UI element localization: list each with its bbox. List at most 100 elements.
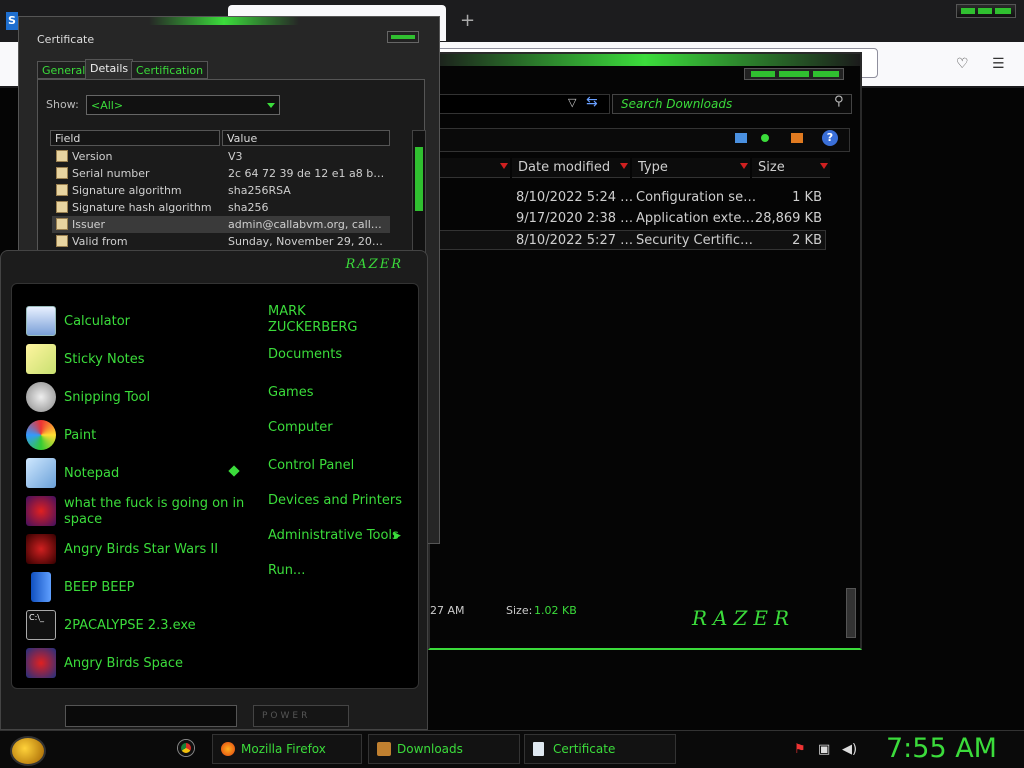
field-icon xyxy=(56,167,68,179)
program-space[interactable]: what the fuck is going on in space xyxy=(26,496,246,528)
status-dot-icon xyxy=(761,134,769,142)
chevron-down-icon[interactable]: ▽ xyxy=(568,96,576,109)
start-menu-panel: Calculator Sticky Notes Snipping Tool Pa… xyxy=(11,283,419,689)
status-date: 27 AM xyxy=(430,604,465,617)
column-header-name[interactable] xyxy=(430,158,510,178)
refresh-icon[interactable]: ⇆ xyxy=(586,94,598,110)
tab-certification-path[interactable]: Certification Path xyxy=(131,61,209,90)
file-row[interactable]: 9/17/2020 2:38 … Application exte… 28,86… xyxy=(438,209,826,229)
place-devices-and-printers[interactable]: Devices and Printers xyxy=(268,493,402,509)
start-search-input[interactable] xyxy=(65,705,237,727)
angry-birds-space-icon xyxy=(26,648,56,678)
blue-phone-icon xyxy=(31,572,51,602)
razer-logo: RAZER xyxy=(345,257,403,272)
program-paint[interactable]: Paint xyxy=(26,420,246,452)
palette-icon xyxy=(26,420,56,450)
program-beep-beep[interactable]: BEEP BEEP xyxy=(26,572,246,604)
field-icon xyxy=(56,218,68,230)
taskbar-downloads[interactable]: Downloads xyxy=(368,734,520,764)
field-icon xyxy=(56,235,68,247)
razer-logo: RAZER xyxy=(692,606,796,630)
field-icon xyxy=(56,184,68,196)
calculator-icon xyxy=(26,306,56,336)
chevron-right-icon: ▶ xyxy=(394,531,401,541)
column-header-date[interactable]: Date modified xyxy=(512,158,630,178)
field-column-header[interactable]: Field xyxy=(50,130,220,146)
firefox-window-controls[interactable] xyxy=(956,4,1016,18)
show-label: Show: xyxy=(46,98,79,111)
folder-icon xyxy=(377,742,391,756)
explorer-window-controls[interactable] xyxy=(744,68,844,80)
scrollbar[interactable] xyxy=(412,130,426,254)
place-documents[interactable]: Documents xyxy=(268,347,342,363)
certificate-icon xyxy=(533,742,544,756)
console-icon: C:\_ xyxy=(26,610,56,640)
place-user[interactable]: MARK ZUCKERBERG xyxy=(268,304,378,336)
cert-field-row-selected[interactable]: Issueradmin@callabvm.org, callabne ... xyxy=(52,216,390,233)
value-column-header[interactable]: Value xyxy=(222,130,390,146)
file-row[interactable]: 8/10/2022 5:24 … Configuration se… 1 KB xyxy=(438,188,826,208)
place-control-panel[interactable]: Control Panel xyxy=(268,458,354,474)
pocket-icon[interactable]: ♡ xyxy=(956,56,969,72)
search-input[interactable]: Search Downloads xyxy=(612,94,852,114)
program-notepad[interactable]: Notepad xyxy=(26,458,246,490)
start-orb-icon[interactable] xyxy=(10,736,46,766)
program-angry-birds-star-wars[interactable]: Angry Birds Star Wars II xyxy=(26,534,246,566)
chrome-icon[interactable] xyxy=(178,740,194,756)
scissors-icon xyxy=(26,382,56,412)
field-icon xyxy=(56,201,68,213)
app-logo-icon: S xyxy=(6,12,18,30)
place-administrative-tools[interactable]: Administrative Tools xyxy=(268,528,399,544)
cert-field-row[interactable]: Valid from Sunday, November 29, 2020 ... xyxy=(52,233,390,250)
scrollbar[interactable] xyxy=(846,588,856,638)
program-snipping-tool[interactable]: Snipping Tool xyxy=(26,382,246,414)
cert-field-row[interactable]: Serial number 2c 64 72 39 de 12 e1 a8 bc … xyxy=(52,165,390,182)
downloads-window: ▽ ⇆ Search Downloads ⚲ ? Date modified T… xyxy=(428,52,862,650)
program-2pacalypse[interactable]: C:\_ 2PACALYPSE 2.3.exe xyxy=(26,610,246,642)
angry-birds-starwars-icon xyxy=(26,534,56,564)
close-button[interactable] xyxy=(387,31,419,43)
command-bar xyxy=(438,128,850,152)
cert-field-row[interactable]: Signature algorithm sha256RSA xyxy=(52,182,390,199)
cert-field-row[interactable]: Version V3 xyxy=(52,148,390,165)
search-icon[interactable]: ⚲ xyxy=(834,94,844,109)
notepad-icon xyxy=(26,458,56,488)
start-menu: RAZER Calculator Sticky Notes Snipping T… xyxy=(0,250,428,730)
address-bar[interactable] xyxy=(438,94,610,114)
column-header-size[interactable]: Size xyxy=(752,158,830,178)
program-calculator[interactable]: Calculator xyxy=(26,306,246,338)
tab-general[interactable]: General xyxy=(37,61,91,79)
power-button[interactable]: POWER xyxy=(253,705,349,727)
angry-birds-space-icon xyxy=(26,496,56,526)
chevron-down-icon xyxy=(267,103,275,108)
show-dropdown[interactable]: <All> xyxy=(86,95,280,115)
taskbar-firefox[interactable]: Mozilla Firefox xyxy=(212,734,362,764)
place-games[interactable]: Games xyxy=(268,385,313,401)
status-size-label: Size: xyxy=(506,604,533,617)
volume-icon[interactable]: ◀) xyxy=(842,742,857,757)
cert-field-row[interactable]: Signature hash algorithm sha256 xyxy=(52,199,390,216)
dialog-title: Certificate xyxy=(37,33,95,46)
field-icon xyxy=(56,150,68,162)
file-row-selected[interactable]: 8/10/2022 5:27 … Security Certific… 2 KB xyxy=(438,230,826,250)
title-strip xyxy=(430,54,860,66)
network-icon[interactable]: ▣ xyxy=(818,742,830,757)
place-run[interactable]: Run... xyxy=(268,563,305,579)
title-strip xyxy=(149,17,299,25)
place-computer[interactable]: Computer xyxy=(268,420,333,436)
tab-details[interactable]: Details xyxy=(85,59,134,79)
view-icon[interactable] xyxy=(735,133,747,143)
column-header-type[interactable]: Type xyxy=(632,158,750,178)
status-size-value: 1.02 KB xyxy=(534,604,577,617)
taskbar-certificate[interactable]: Certificate xyxy=(524,734,676,764)
preview-pane-icon[interactable] xyxy=(791,133,803,143)
menu-icon[interactable]: ☰ xyxy=(992,56,1005,72)
clock[interactable]: 7:55 AM xyxy=(886,733,997,764)
action-center-flag-icon[interactable]: ⚑ xyxy=(794,742,806,757)
program-angry-birds-space[interactable]: Angry Birds Space xyxy=(26,648,246,680)
new-tab-button[interactable]: + xyxy=(460,10,475,31)
sticky-notes-icon xyxy=(26,344,56,374)
help-icon[interactable]: ? xyxy=(822,130,838,146)
program-sticky-notes[interactable]: Sticky Notes xyxy=(26,344,246,376)
firefox-icon xyxy=(221,742,235,756)
